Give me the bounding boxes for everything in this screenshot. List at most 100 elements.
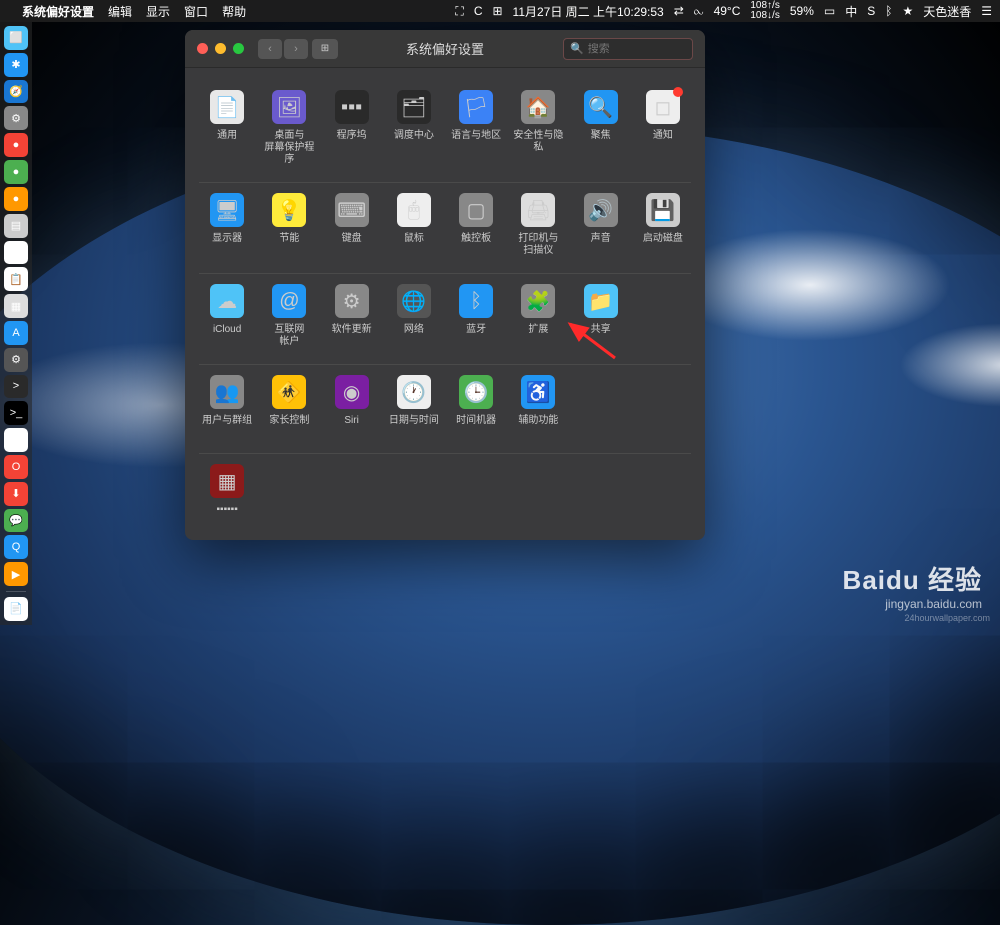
pref-icon: 🖱 bbox=[397, 193, 431, 227]
pref-item[interactable]: ▢触控板 bbox=[448, 193, 504, 257]
pref-item[interactable]: ▪▪▪程序坞 bbox=[324, 90, 380, 166]
pref-item[interactable]: 📁共享 bbox=[573, 284, 629, 348]
pref-item[interactable]: ⚙软件更新 bbox=[324, 284, 380, 348]
pref-label: 语言与地区 bbox=[451, 130, 501, 152]
pref-item[interactable]: 🖼桌面与 屏幕保护程序 bbox=[261, 90, 317, 166]
show-all-button[interactable]: ⊞ bbox=[312, 39, 338, 59]
pref-item[interactable]: 🕐日期与时间 bbox=[386, 375, 442, 437]
pref-item[interactable]: 👥用户与群组 bbox=[199, 375, 255, 437]
pref-item[interactable]: 🖨打印机与 扫描仪 bbox=[510, 193, 566, 257]
status-icon[interactable]: ⛶ bbox=[455, 4, 463, 19]
battery-icon[interactable]: ▭ bbox=[824, 4, 835, 18]
dock-item[interactable]: 📋 bbox=[4, 267, 28, 291]
bluetooth-icon[interactable]: ᛒ bbox=[885, 4, 892, 18]
status-icon[interactable]: S bbox=[867, 4, 875, 18]
pref-item[interactable]: 🏠安全性与隐私 bbox=[510, 90, 566, 166]
star-icon[interactable]: ★ bbox=[902, 4, 913, 18]
dock-separator bbox=[6, 591, 26, 592]
dock-item[interactable]: ● bbox=[4, 187, 28, 211]
menu-view[interactable]: 显示 bbox=[146, 3, 170, 20]
pref-icon: 🗂 bbox=[397, 90, 431, 124]
pref-item[interactable]: 🕒时间机器 bbox=[448, 375, 504, 437]
status-icon[interactable]: ⇄ bbox=[674, 4, 684, 18]
dock-item[interactable]: ⚙ bbox=[4, 106, 28, 130]
pref-item[interactable]: 📄通用 bbox=[199, 90, 255, 166]
titlebar: ‹ › ⊞ 系统偏好设置 🔍 bbox=[185, 30, 705, 68]
dock-item[interactable]: ▦ bbox=[4, 294, 28, 318]
menubar-input[interactable]: 中 bbox=[845, 3, 857, 20]
pref-label: 安全性与隐私 bbox=[510, 130, 566, 154]
pref-label: 网络 bbox=[404, 324, 424, 346]
menubar-battery[interactable]: 59% bbox=[790, 4, 814, 18]
pref-item[interactable]: ◉Siri bbox=[324, 375, 380, 437]
menu-help[interactable]: 帮助 bbox=[222, 3, 246, 20]
dock-item[interactable]: O bbox=[4, 455, 28, 479]
dock-item[interactable]: ⬜ bbox=[4, 26, 28, 50]
pref-label: 用户与群组 bbox=[202, 415, 252, 437]
pref-item[interactable]: ⌨键盘 bbox=[324, 193, 380, 257]
pref-item[interactable]: 💾启动磁盘 bbox=[635, 193, 691, 257]
dock-item[interactable]: 📄 bbox=[4, 597, 28, 621]
pref-item[interactable]: 🗂调度中心 bbox=[386, 90, 442, 166]
dock-item[interactable]: ⬇ bbox=[4, 482, 28, 506]
pref-item[interactable]: ▦▪▪▪▪▪▪ bbox=[199, 464, 255, 526]
pref-item[interactable]: 🖥显示器 bbox=[199, 193, 255, 257]
menu-window[interactable]: 窗口 bbox=[184, 3, 208, 20]
dock-item[interactable]: ● bbox=[4, 160, 28, 184]
pref-label: 节能 bbox=[279, 233, 299, 255]
watermark: Baidu 经验 jingyan.baidu.com bbox=[843, 560, 982, 611]
forward-button[interactable]: › bbox=[284, 39, 308, 59]
dock-item[interactable]: Y bbox=[4, 428, 28, 452]
app-menu[interactable]: 系统偏好设置 bbox=[22, 3, 94, 20]
pref-item[interactable]: 🏳语言与地区 bbox=[448, 90, 504, 166]
pref-item[interactable]: 🌐网络 bbox=[386, 284, 442, 348]
pref-icon: 📁 bbox=[584, 284, 618, 318]
pref-label: Siri bbox=[344, 415, 358, 437]
pref-item[interactable]: ♿辅助功能 bbox=[510, 375, 566, 437]
pref-icon: ☁ bbox=[210, 284, 244, 318]
search-field[interactable]: 🔍 bbox=[563, 38, 693, 60]
status-icon[interactable]: ⊞ bbox=[492, 4, 502, 18]
dock-item[interactable]: A bbox=[4, 321, 28, 345]
pref-item[interactable]: 🧩扩展 bbox=[510, 284, 566, 348]
search-input[interactable] bbox=[588, 43, 686, 55]
pref-item[interactable]: @互联网 帐户 bbox=[261, 284, 317, 348]
menubar-weather[interactable]: 天色迷香 bbox=[923, 3, 971, 20]
dock-item[interactable]: 💬 bbox=[4, 509, 28, 533]
pref-label: 程序坞 bbox=[337, 130, 367, 152]
pref-label: 时间机器 bbox=[456, 415, 496, 437]
dock-item[interactable]: >_ bbox=[4, 401, 28, 425]
pref-item[interactable]: ☁iCloud bbox=[199, 284, 255, 348]
pref-label: 鼠标 bbox=[404, 233, 424, 255]
menubar: 系统偏好设置 编辑 显示 窗口 帮助 ⛶ C ⊞ 11月27日 周二 上午10:… bbox=[0, 0, 1000, 22]
status-icon[interactable]: C bbox=[474, 4, 483, 18]
dock-item[interactable]: 🧭 bbox=[4, 80, 28, 104]
dock-item[interactable]: Q bbox=[4, 535, 28, 559]
dock-item[interactable]: ▶ bbox=[4, 562, 28, 586]
pref-item[interactable]: 💡节能 bbox=[261, 193, 317, 257]
pref-label: 蓝牙 bbox=[466, 324, 486, 346]
list-icon[interactable]: ☰ bbox=[981, 4, 992, 18]
dock-item[interactable]: > bbox=[4, 375, 28, 399]
dock-item[interactable]: ▤ bbox=[4, 214, 28, 238]
close-button[interactable] bbox=[197, 43, 208, 54]
zoom-button[interactable] bbox=[233, 43, 244, 54]
dock-item[interactable]: ⚙ bbox=[4, 348, 28, 372]
dock-item[interactable]: ● bbox=[4, 133, 28, 157]
pref-label: 聚焦 bbox=[591, 130, 611, 152]
wifi-icon[interactable]: ⧜ bbox=[694, 4, 704, 19]
dock-item[interactable]: 27 bbox=[4, 241, 28, 265]
pref-item[interactable]: 🚸家长控制 bbox=[261, 375, 317, 437]
pref-item[interactable]: ᛒ蓝牙 bbox=[448, 284, 504, 348]
back-button[interactable]: ‹ bbox=[258, 39, 282, 59]
dock-item[interactable]: ✱ bbox=[4, 53, 28, 77]
pref-item[interactable]: 🔍聚焦 bbox=[573, 90, 629, 166]
menubar-datetime[interactable]: 11月27日 周二 上午10:29:53 bbox=[513, 3, 664, 20]
pref-item[interactable]: ◻通知 bbox=[635, 90, 691, 166]
minimize-button[interactable] bbox=[215, 43, 226, 54]
pref-label: 日期与时间 bbox=[389, 415, 439, 437]
menu-edit[interactable]: 编辑 bbox=[108, 3, 132, 20]
pref-item[interactable]: 🖱 鼠标 bbox=[386, 193, 442, 257]
pref-item[interactable]: 🔊声音 bbox=[573, 193, 629, 257]
wallpaper-credit: 24hourwallpaper.com bbox=[904, 613, 990, 623]
